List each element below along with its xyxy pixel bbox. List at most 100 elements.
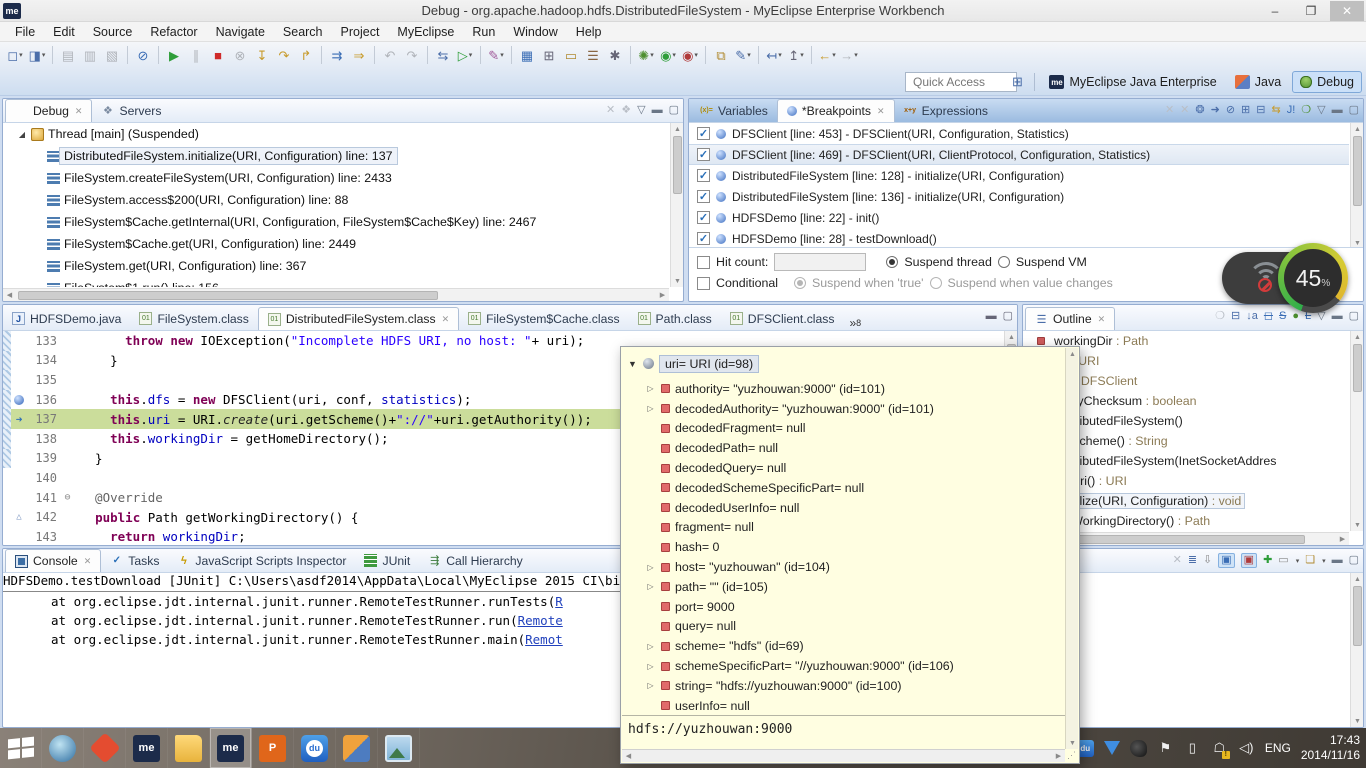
taskbar-vmware-icon[interactable] [336, 728, 378, 768]
editor-tab-filesystem-class[interactable]: 01FileSystem.class [130, 307, 257, 330]
inspect-root-row[interactable]: ▼ uri= URI (id=98) [627, 353, 1075, 374]
console-tab-console[interactable]: Console✕ [5, 549, 101, 572]
menu-edit[interactable]: Edit [44, 23, 84, 41]
taskbar-git-icon[interactable] [84, 728, 126, 768]
inspect-field-row[interactable]: decodedUserInfo= null [645, 498, 1065, 518]
value-preview-pane[interactable]: hdfs://yuzhouwan:9000 [622, 715, 1065, 749]
menu-refactor[interactable]: Refactor [141, 23, 206, 41]
minimize-icon[interactable] [1332, 311, 1343, 322]
inspect-field-row[interactable]: decodedFragment= null [645, 419, 1065, 439]
breakpoint-checkbox[interactable]: ✓ [697, 232, 710, 245]
dropdown-caret-icon[interactable]: ▾ [778, 51, 782, 59]
close-tab-icon[interactable]: ✕ [877, 106, 885, 117]
breakpoints-tab-expressions[interactable]: Expressions [895, 99, 997, 122]
breakpoint-checkbox[interactable]: ✓ [697, 127, 710, 140]
menu-window[interactable]: Window [504, 23, 566, 41]
brush-button[interactable]: ▾ [732, 44, 754, 66]
console-tab-call-hierarchy[interactable]: Call Hierarchy [419, 549, 532, 572]
inspect-field-row[interactable]: query= null [645, 617, 1065, 637]
hide-nonpublic-icon[interactable] [1292, 311, 1299, 322]
maximize-icon[interactable] [1349, 555, 1359, 566]
dropdown-caret-icon[interactable]: ▾ [1296, 557, 1300, 565]
inspect-field-row[interactable]: hash= 0 [645, 537, 1065, 557]
open-projects-button[interactable] [710, 44, 732, 66]
tray-clock[interactable]: 17:43 2014/11/16 [1301, 733, 1360, 763]
taskbar-photos-icon[interactable] [378, 728, 420, 768]
tray-battery-icon[interactable]: ▯ [1184, 740, 1201, 757]
java-exception-icon[interactable] [1287, 105, 1296, 116]
stack-frame-row[interactable]: FileSystem$Cache.getInternal(URI, Config… [3, 211, 669, 233]
gear-button[interactable] [604, 44, 626, 66]
new-button[interactable]: ▾ [4, 44, 26, 66]
perspective-java[interactable]: Java [1228, 71, 1288, 93]
skip-all-icon[interactable] [1226, 105, 1235, 116]
debug-tab-servers[interactable]: Servers [92, 99, 170, 122]
breakpoint-row[interactable]: ✓HDFSDemo [line: 28] - testDownload() [689, 228, 1349, 249]
terminate-button[interactable] [207, 44, 229, 66]
display-console-icon[interactable] [1278, 555, 1288, 566]
breakpoint-checkbox[interactable]: ✓ [697, 190, 710, 203]
editor-tab-dfsclient-class[interactable]: 01DFSClient.class [721, 307, 844, 330]
launch-config-icon[interactable] [621, 105, 631, 116]
tray-flag-icon[interactable]: ⚑ [1157, 740, 1174, 757]
close-window-button[interactable]: ✕ [1330, 1, 1364, 21]
dropdown-caret-icon[interactable]: ▾ [672, 51, 676, 59]
close-tab-icon[interactable]: ✕ [75, 106, 83, 117]
taskbar-myeclipse-active-icon[interactable]: me [210, 728, 252, 768]
show-execution-button[interactable] [348, 44, 370, 66]
inspect-field-row[interactable]: ▷scheme= "hdfs" (id=69) [645, 636, 1065, 656]
expand-arrow-icon[interactable]: ▷ [645, 563, 656, 572]
dropdown-caret-icon[interactable]: ▾ [650, 51, 654, 59]
minimize-window-button[interactable]: – [1258, 1, 1292, 21]
stack-frame-row[interactable]: FileSystem$Cache.get(URI, Configuration)… [3, 233, 669, 255]
minimize-icon[interactable] [652, 105, 663, 116]
scroll-lock-icon[interactable] [1203, 555, 1212, 566]
breakpoints-vertical-scrollbar[interactable]: ▲▼ [1350, 123, 1363, 249]
perspective-myeclipse-java-enterprise[interactable]: meMyEclipse Java Enterprise [1042, 71, 1223, 93]
menu-myeclipse[interactable]: MyEclipse [388, 23, 463, 41]
menu-help[interactable]: Help [567, 23, 611, 41]
taskbar-myeclipse-icon[interactable]: me [126, 728, 168, 768]
taskbar-powerdesigner-icon[interactable]: P [252, 728, 294, 768]
taskbar-network-icon[interactable] [42, 728, 84, 768]
stack-frame-row[interactable]: FileSystem.access$200(URI, Configuration… [3, 189, 669, 211]
sort-icon[interactable] [1246, 311, 1258, 322]
close-tab-icon[interactable]: ✕ [442, 314, 450, 325]
suspend-changes-radio[interactable] [930, 277, 942, 289]
inspect-field-row[interactable]: port= 9000 [645, 597, 1065, 617]
dropdown-caret-icon[interactable]: ▾ [832, 51, 836, 59]
remove-all-breakpoints-icon[interactable] [1180, 105, 1189, 116]
popup-vertical-scrollbar[interactable]: ▲▼ [1065, 348, 1078, 749]
remove-terminated-icon[interactable] [606, 105, 615, 116]
restore-window-button[interactable]: ❐ [1294, 1, 1328, 21]
go-to-file-icon[interactable] [1211, 105, 1220, 116]
dropdown-caret-icon[interactable]: ▾ [854, 51, 858, 59]
breakpoints-tab-breakpoints[interactable]: *Breakpoints✕ [777, 99, 895, 122]
step-return-button[interactable] [295, 44, 317, 66]
popup-horizontal-scrollbar[interactable]: ◀▶ [622, 749, 1065, 762]
menu-search[interactable]: Search [274, 23, 332, 41]
dropdown-caret-icon[interactable]: ▾ [500, 51, 504, 59]
minimize-icon[interactable] [1332, 555, 1343, 566]
maximize-editor-icon[interactable] [1003, 311, 1013, 322]
stack-trace-link[interactable]: Remote [518, 613, 563, 628]
editor-tab-distributedfilesystem-class[interactable]: 01DistributedFileSystem.class✕ [258, 307, 459, 330]
editor-tab-filesystem-cache-class[interactable]: 01FileSystem$Cache.class [459, 307, 628, 330]
collapse-all-icon[interactable] [1256, 105, 1265, 116]
run-button[interactable]: ▾ [657, 44, 679, 66]
outline-vertical-scrollbar[interactable]: ▲▼ [1350, 331, 1363, 531]
tray-language[interactable]: ENG [1265, 741, 1291, 755]
inspect-field-row[interactable]: ▷host= "yuzhouwan" (id=104) [645, 557, 1065, 577]
suspend-thread-radio[interactable] [886, 256, 898, 268]
open-dir-button[interactable] [560, 44, 582, 66]
tray-shield-icon[interactable] [1104, 741, 1120, 755]
debug-tab-debug[interactable]: Debug✕ [5, 99, 92, 122]
db-browser-button[interactable] [582, 44, 604, 66]
debug-button[interactable]: ▾ [635, 44, 657, 66]
close-tab-icon[interactable]: ✕ [1098, 314, 1106, 325]
breakpoint-row[interactable]: ✓DFSClient [line: 469] - DFSClient(URI, … [689, 144, 1349, 165]
expanded-arrow-icon[interactable]: ▼ [627, 359, 638, 369]
resume-button[interactable] [163, 44, 185, 66]
gutter-marker[interactable]: △ [11, 512, 27, 522]
dropdown-caret-icon[interactable]: ▾ [1322, 557, 1326, 565]
